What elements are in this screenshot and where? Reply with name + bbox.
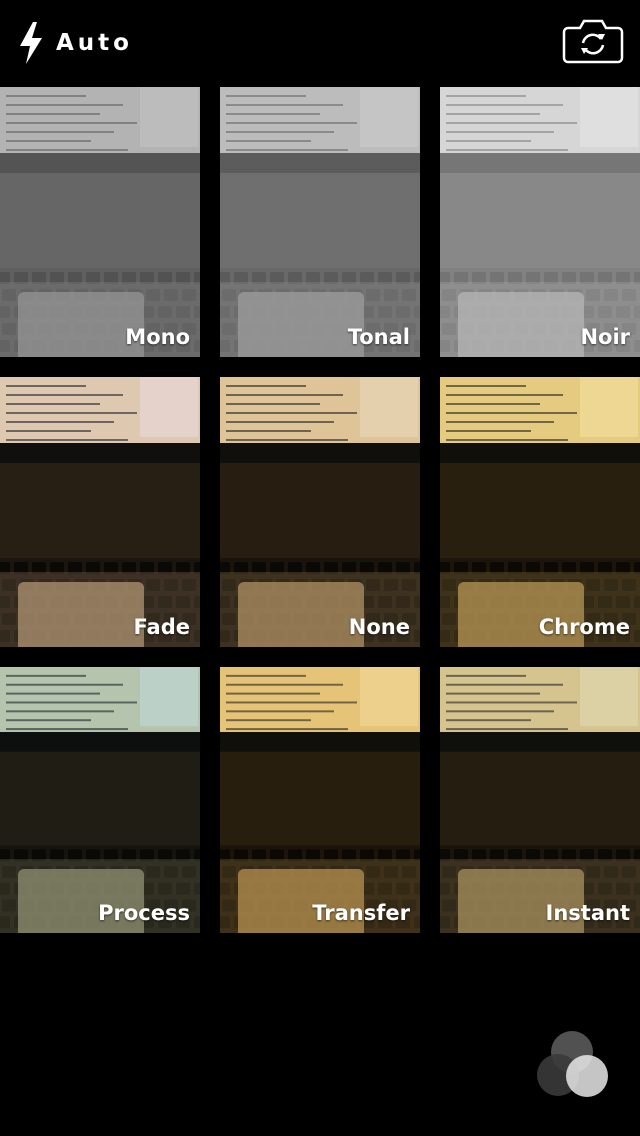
filter-tint-overlay <box>0 377 200 647</box>
filter-label: None <box>348 615 410 639</box>
filter-label: Fade <box>133 615 190 639</box>
filter-tile-none[interactable]: None <box>220 377 420 647</box>
filter-tile-mono[interactable]: Mono <box>0 87 200 357</box>
flash-mode-label: Auto <box>56 30 133 56</box>
filter-label: Process <box>98 901 190 925</box>
filter-tint-overlay <box>440 87 640 357</box>
filter-grid: Mono Tonal Noir Fade None Chrome Process… <box>0 87 640 933</box>
lightning-bolt-icon <box>20 22 42 64</box>
filter-tint-overlay <box>0 87 200 357</box>
filter-tile-noir[interactable]: Noir <box>440 87 640 357</box>
filter-tile-fade[interactable]: Fade <box>0 377 200 647</box>
filter-tint-overlay <box>440 377 640 647</box>
switch-camera-button[interactable] <box>562 18 624 64</box>
filter-tile-process[interactable]: Process <box>0 667 200 933</box>
filter-tile-tonal[interactable]: Tonal <box>220 87 420 357</box>
filter-tint-overlay <box>440 667 640 933</box>
filter-tile-chrome[interactable]: Chrome <box>440 377 640 647</box>
filter-label: Transfer <box>312 901 410 925</box>
filter-tint-overlay <box>220 377 420 647</box>
filter-label: Noir <box>580 325 630 349</box>
filter-label: Chrome <box>538 615 630 639</box>
filter-label: Tonal <box>347 325 410 349</box>
filter-tint-overlay <box>0 667 200 933</box>
filter-tile-transfer[interactable]: Transfer <box>220 667 420 933</box>
three-circles-filter-icon <box>537 1031 608 1097</box>
filter-tile-instant[interactable]: Instant <box>440 667 640 933</box>
flash-toggle[interactable]: Auto <box>16 20 133 66</box>
filter-label: Mono <box>125 325 190 349</box>
filter-tint-overlay <box>220 87 420 357</box>
camera-top-bar: Auto <box>0 0 640 86</box>
filter-label: Instant <box>545 901 630 925</box>
camera-rotate-icon <box>562 19 624 64</box>
filters-button[interactable] <box>532 1028 612 1102</box>
filter-tint-overlay <box>220 667 420 933</box>
